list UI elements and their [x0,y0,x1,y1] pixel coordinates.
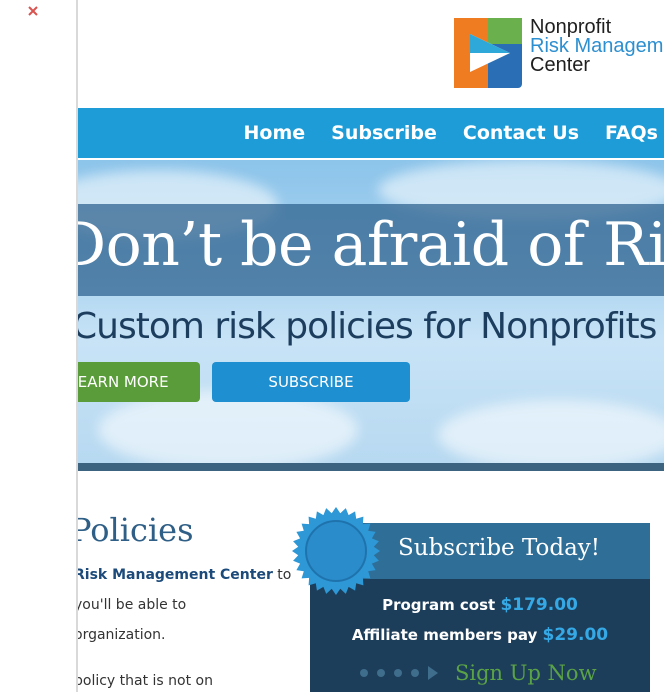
nav-contact-us[interactable]: Contact Us [463,122,579,144]
affiliate-cost-line: Affiliate members pay $29.00 [310,625,650,645]
sign-up-link[interactable]: Sign Up Now [360,661,597,685]
dot-icon [377,669,385,677]
policies-text-suffix: to [272,567,292,583]
hero-bottom-bar [78,463,664,471]
affiliate-label: Affiliate members pay [351,626,543,644]
site-viewport: Nonprofit Risk Management Center Home Su… [78,0,664,692]
program-cost-value: $179.00 [500,595,578,615]
sign-up-label: Sign Up Now [455,661,597,685]
affiliate-value: $29.00 [542,625,609,645]
program-cost-line: Program cost $179.00 [310,595,650,615]
nav-home[interactable]: Home [244,122,306,144]
play-arrow-icon [428,666,438,680]
policies-text-line-2: you'll be able to [78,597,187,613]
nav-faqs[interactable]: FAQs [605,122,658,144]
learn-more-button[interactable]: LEARN MORE [78,362,200,402]
organization-name[interactable]: Risk Management Center [78,567,273,583]
program-cost-label: Program cost [382,596,501,614]
content-section: Policies Risk Management Center to you'l… [78,471,664,692]
policies-text-line-3: organization. [78,627,166,643]
policies-heading: Policies [78,511,194,549]
hero-title: Don’t be afraid of Risk [78,210,664,280]
hero-subtitle: Custom risk policies for Nonprofits [78,306,657,347]
logo-play-icon [454,18,522,88]
policies-text-line-1: Risk Management Center to [78,567,291,583]
subscribe-panel-title: Subscribe Today! [398,535,601,561]
cloud [438,400,664,463]
logo-line-3: Center [530,54,591,76]
starburst-badge-icon [292,507,380,595]
policies-text-line-4: policy that is not on [78,673,213,689]
dot-icon [394,669,402,677]
dot-icon [411,669,419,677]
dot-icon [360,669,368,677]
broken-image-icon [28,6,38,16]
nav-subscribe[interactable]: Subscribe [331,122,437,144]
main-navbar: Home Subscribe Contact Us FAQs [78,108,664,158]
hero-banner: Don’t be afraid of Risk Custom risk poli… [78,160,664,463]
site-logo[interactable]: Nonprofit Risk Management Center [454,17,664,88]
subscribe-button[interactable]: SUBSCRIBE [212,362,410,402]
